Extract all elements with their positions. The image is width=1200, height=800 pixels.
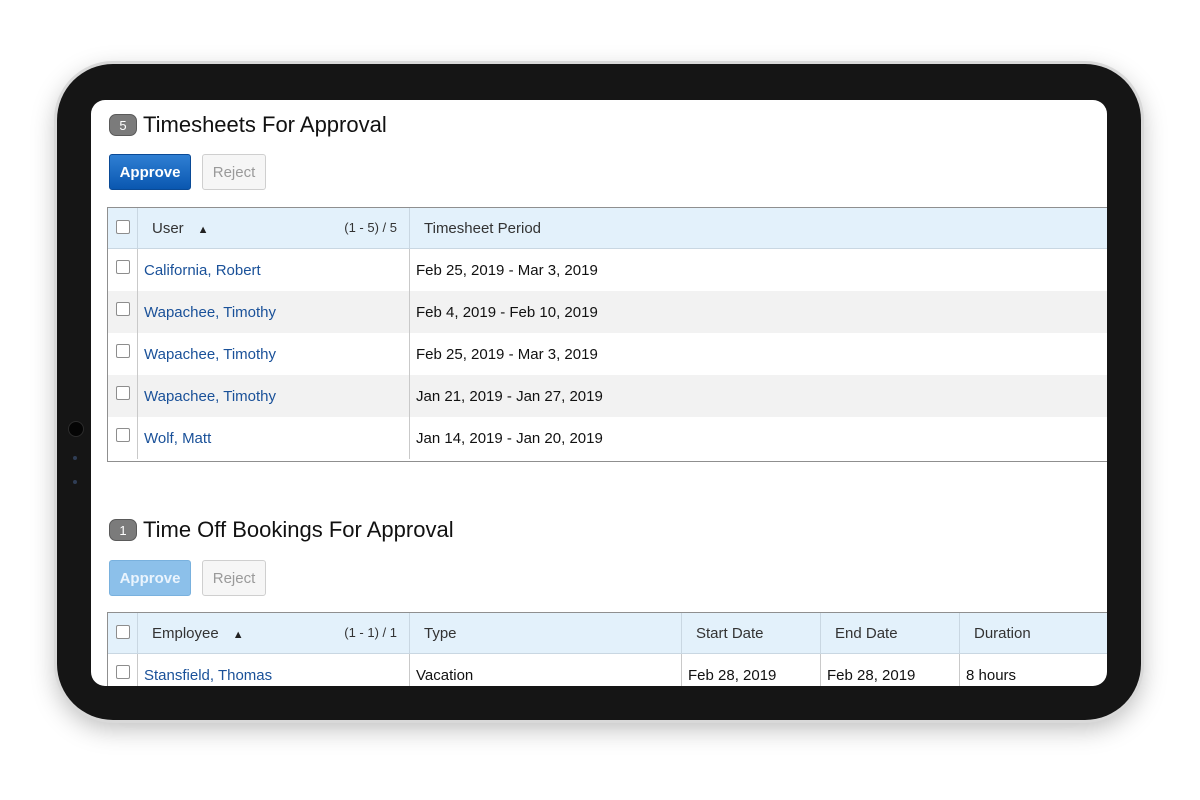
column-employee-label: Employee <box>152 624 219 642</box>
sort-ascending-icon[interactable]: ▲ <box>233 629 244 641</box>
select-all-cell <box>107 207 138 249</box>
end-date-cell: Feb 28, 2019 <box>820 653 960 686</box>
app-screen: 5 Timesheets For Approval Approve Reject… <box>91 100 1107 686</box>
column-header-employee[interactable]: Employee ▲ (1 - 1) / 1 <box>137 612 410 654</box>
timesheets-count-badge: 5 <box>109 114 137 136</box>
timesheets-header-row: User ▲ (1 - 5) / 5 Timesheet Period <box>107 207 1107 249</box>
column-header-type[interactable]: Type <box>409 612 682 654</box>
timeoff-header: 1 Time Off Bookings For Approval <box>109 517 454 543</box>
timesheets-table: User ▲ (1 - 5) / 5 Timesheet Period Calif… <box>107 207 1107 459</box>
user-link[interactable]: Wapachee, Timothy <box>144 346 276 363</box>
column-user-label: User <box>152 219 184 237</box>
timeoff-header-row: Employee ▲ (1 - 1) / 1 Type Start Date En… <box>107 612 1107 654</box>
timeoff-title: Time Off Bookings For Approval <box>143 517 454 542</box>
timeoff-count-badge: 1 <box>109 519 137 541</box>
column-header-user[interactable]: User ▲ (1 - 5) / 5 <box>137 207 410 249</box>
period-cell: Jan 14, 2019 - Jan 20, 2019 <box>409 417 1107 459</box>
table-row: Wapachee, Timothy Feb 4, 2019 - Feb 10, … <box>107 291 1107 333</box>
timeoff-reject-button[interactable]: Reject <box>202 560 266 596</box>
row-checkbox[interactable] <box>115 664 130 679</box>
period-cell: Feb 25, 2019 - Mar 3, 2019 <box>409 333 1107 375</box>
select-all-cell <box>107 612 138 654</box>
user-cell: California, Robert <box>137 248 410 291</box>
column-header-end-date[interactable]: End Date <box>820 612 960 654</box>
select-all-checkbox[interactable] <box>115 219 130 234</box>
timeoff-approve-button[interactable]: Approve <box>109 560 191 596</box>
user-link[interactable]: California, Robert <box>144 262 261 279</box>
period-cell: Feb 4, 2019 - Feb 10, 2019 <box>409 291 1107 333</box>
employee-link[interactable]: Stansfield, Thomas <box>144 667 272 684</box>
row-select-cell <box>107 653 138 686</box>
start-date-cell: Feb 28, 2019 <box>681 653 821 686</box>
row-checkbox[interactable] <box>115 385 130 400</box>
tablet-frame: 5 Timesheets For Approval Approve Reject… <box>57 64 1141 720</box>
employee-cell: Stansfield, Thomas <box>137 653 410 686</box>
row-select-cell <box>107 375 138 417</box>
user-cell: Wapachee, Timothy <box>137 291 410 333</box>
timesheets-reject-button[interactable]: Reject <box>202 154 266 190</box>
row-select-cell <box>107 417 138 459</box>
column-start-label: Start Date <box>696 624 764 642</box>
period-cell: Jan 21, 2019 - Jan 27, 2019 <box>409 375 1107 417</box>
table-row: Stansfield, Thomas Vacation Feb 28, 2019… <box>107 653 1107 686</box>
column-duration-label: Duration <box>974 624 1031 642</box>
user-link[interactable]: Wolf, Matt <box>144 430 211 447</box>
timesheets-pager: (1 - 5) / 5 <box>344 219 397 235</box>
timesheets-title: Timesheets For Approval <box>143 112 387 137</box>
sensor-dot <box>73 456 77 460</box>
column-type-label: Type <box>424 624 457 642</box>
period-cell: Feb 25, 2019 - Mar 3, 2019 <box>409 248 1107 291</box>
sort-ascending-icon[interactable]: ▲ <box>198 224 209 236</box>
row-checkbox[interactable] <box>115 343 130 358</box>
duration-cell: 8 hours <box>959 653 1107 686</box>
column-header-duration[interactable]: Duration <box>959 612 1107 654</box>
row-checkbox[interactable] <box>115 301 130 316</box>
row-select-cell <box>107 333 138 375</box>
column-period-label: Timesheet Period <box>424 219 541 237</box>
column-end-label: End Date <box>835 624 898 642</box>
timesheets-header: 5 Timesheets For Approval <box>109 112 387 138</box>
column-header-start-date[interactable]: Start Date <box>681 612 821 654</box>
table-row: Wapachee, Timothy Feb 25, 2019 - Mar 3, … <box>107 333 1107 375</box>
user-link[interactable]: Wapachee, Timothy <box>144 388 276 405</box>
user-cell: Wapachee, Timothy <box>137 375 410 417</box>
user-cell: Wolf, Matt <box>137 417 410 459</box>
user-cell: Wapachee, Timothy <box>137 333 410 375</box>
table-row: Wolf, Matt Jan 14, 2019 - Jan 20, 2019 <box>107 417 1107 459</box>
sensor-dot <box>73 480 77 484</box>
row-select-cell <box>107 248 138 291</box>
user-link[interactable]: Wapachee, Timothy <box>144 304 276 321</box>
type-cell: Vacation <box>409 653 682 686</box>
column-header-period[interactable]: Timesheet Period <box>409 207 1107 249</box>
timeoff-pager: (1 - 1) / 1 <box>344 624 397 640</box>
timeoff-table: Employee ▲ (1 - 1) / 1 Type Start Date En… <box>107 612 1107 686</box>
timesheets-approve-button[interactable]: Approve <box>109 154 191 190</box>
table-row: Wapachee, Timothy Jan 21, 2019 - Jan 27,… <box>107 375 1107 417</box>
row-select-cell <box>107 291 138 333</box>
table-row: California, Robert Feb 25, 2019 - Mar 3,… <box>107 248 1107 291</box>
row-checkbox[interactable] <box>115 427 130 442</box>
camera-icon <box>68 421 84 437</box>
select-all-checkbox[interactable] <box>115 624 130 639</box>
row-checkbox[interactable] <box>115 259 130 274</box>
